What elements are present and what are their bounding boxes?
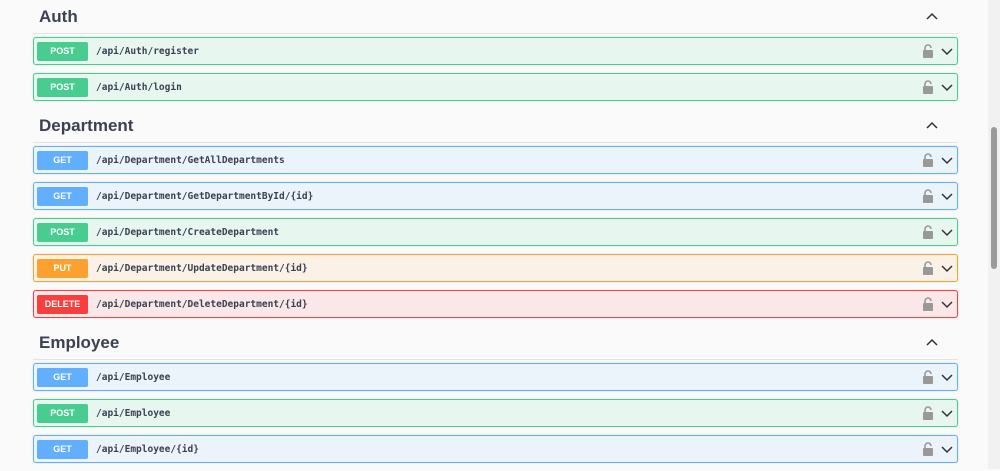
operation-path[interactable]: /api/Employee/{id} [96,444,922,455]
chevron-down-icon[interactable] [940,261,954,275]
lock-icon[interactable] [922,44,934,58]
operation-path[interactable]: /api/Auth/login [96,82,922,93]
section-title: Employee [39,332,120,352]
lock-icon[interactable] [922,225,934,239]
section-auth: Auth POST /api/Auth/register POST /api/A… [33,0,958,101]
operation-row[interactable]: POST /api/Employee [33,399,958,427]
operation-row[interactable]: DELETE /api/Department/DeleteDepartment/… [33,290,958,318]
operation-path[interactable]: /api/Department/UpdateDepartment/{id} [96,263,922,274]
lock-icon[interactable] [922,189,934,203]
method-badge: GET [37,439,88,459]
operation-path[interactable]: /api/Employee [96,372,922,383]
chevron-down-icon[interactable] [940,225,954,239]
operation-path[interactable]: /api/Department/CreateDepartment [96,227,922,238]
method-badge: PUT [37,258,88,278]
operation-path[interactable]: /api/Department/GetDepartmentById/{id} [96,191,922,202]
chevron-down-icon[interactable] [940,297,954,311]
lock-icon[interactable] [922,80,934,94]
chevron-down-icon[interactable] [940,44,954,58]
operation-path[interactable]: /api/Department/GetAllDepartments [96,155,922,166]
chevron-down-icon[interactable] [940,153,954,167]
operation-row[interactable]: GET /api/Department/GetAllDepartments [33,146,958,174]
operation-row[interactable]: GET /api/Employee [33,363,958,391]
operation-row[interactable]: POST /api/Department/CreateDepartment [33,218,958,246]
lock-icon[interactable] [922,442,934,456]
operation-row[interactable]: GET /api/Department/GetDepartmentById/{i… [33,182,958,210]
method-badge: GET [37,150,88,170]
section-department: Department GET /api/Department/GetAllDep… [33,109,958,318]
method-badge: POST [37,77,88,97]
operation-row[interactable]: POST /api/Auth/login [33,73,958,101]
section-header[interactable]: Auth [33,0,958,34]
scrollbar[interactable] [988,0,1000,469]
method-badge: POST [37,222,88,242]
operation-row[interactable]: PUT /api/Department/UpdateDepartment/{id… [33,254,958,282]
lock-icon[interactable] [922,261,934,275]
lock-icon[interactable] [922,370,934,384]
chevron-down-icon[interactable] [940,442,954,456]
section-header[interactable]: Department [33,109,958,143]
section-employee: Employee GET /api/Employee POST /api/Emp… [33,326,958,463]
method-badge: POST [37,403,88,423]
scrollbar-thumb[interactable] [991,127,997,269]
section-header[interactable]: Employee [33,326,958,360]
method-badge: POST [37,41,88,61]
chevron-down-icon[interactable] [940,370,954,384]
section-title: Auth [39,6,78,26]
chevron-up-icon[interactable] [922,7,942,27]
operation-path[interactable]: /api/Employee [96,408,922,419]
operation-row[interactable]: POST /api/Auth/register [33,37,958,65]
chevron-up-icon[interactable] [922,116,942,136]
operation-path[interactable]: /api/Auth/register [96,46,922,57]
method-badge: DELETE [37,294,88,314]
method-badge: GET [37,186,88,206]
section-title: Department [39,115,134,135]
chevron-down-icon[interactable] [940,406,954,420]
operation-path[interactable]: /api/Department/DeleteDepartment/{id} [96,299,922,310]
chevron-up-icon[interactable] [922,333,942,353]
lock-icon[interactable] [922,297,934,311]
lock-icon[interactable] [922,406,934,420]
method-badge: GET [37,367,88,387]
chevron-down-icon[interactable] [940,80,954,94]
lock-icon[interactable] [922,153,934,167]
operation-row[interactable]: GET /api/Employee/{id} [33,435,958,463]
api-operations-list: Auth POST /api/Auth/register POST /api/A… [33,0,958,471]
chevron-down-icon[interactable] [940,189,954,203]
